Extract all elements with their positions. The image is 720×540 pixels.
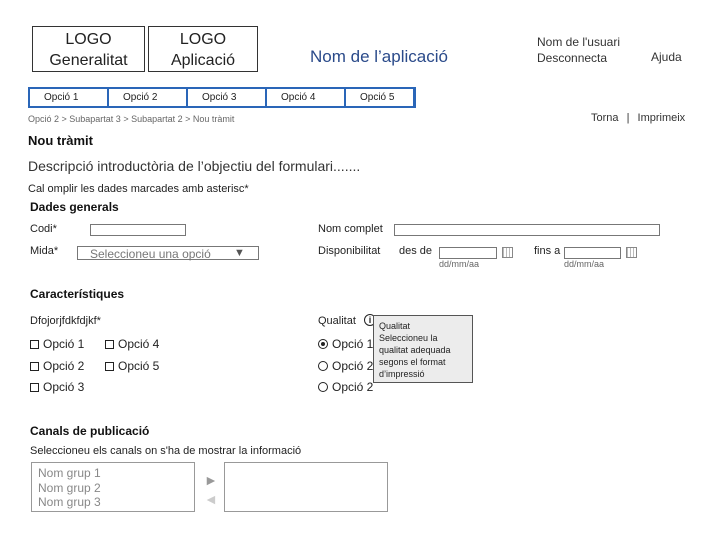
checkbox-option-2[interactable]: Opció 2 [30,359,84,373]
nom-complet-input[interactable] [394,224,660,236]
checkbox-option-1[interactable]: Opció 1 [30,337,84,351]
selected-groups-list[interactable] [224,462,388,512]
mida-select[interactable]: Seleccioneu una opció ▼ [77,246,259,261]
date-to-input[interactable] [564,247,621,259]
app-name: Nom de l’aplicació [310,47,448,66]
main-nav: Opció 1 Opció 2 Opció 3 Opció 4 Opció 5 [28,87,416,108]
move-left-button[interactable]: ◄ [204,491,218,507]
codi-input[interactable] [90,224,186,236]
date-to-hint: dd/mm/aa [564,259,605,269]
qualitat-label: Qualitat [318,315,356,327]
chevron-down-icon: ▼ [234,247,245,259]
logo-generalitat-line1: LOGO [65,31,112,48]
checkbox-label: Opció 4 [118,337,160,351]
nav-item-5[interactable]: Opció 5 [346,89,413,106]
radio-button[interactable] [318,382,328,392]
required-note: Cal omplir les dades marcades amb asteri… [28,183,249,195]
radio-label: Opció 1 [332,337,374,351]
radio-option-1[interactable]: Opció 1 [318,337,373,351]
nav-item-3[interactable]: Opció 3 [188,89,265,106]
mida-select-placeholder: Seleccioneu una opció [90,247,211,261]
available-groups-list[interactable]: Nom grup 1 Nom grup 2 Nom grup 3 [31,462,195,512]
logo-aplicacio-line1: LOGO [179,31,227,48]
back-link[interactable]: Torna [591,112,619,124]
disponibilitat-label: Disponibilitat [318,245,381,257]
des-de-label: des de [399,245,433,257]
checkbox-label: Opció 5 [118,359,160,373]
page-actions: Torna | Imprimeix [591,112,685,124]
calendar-icon-from[interactable] [502,247,513,258]
date-from-hint: dd/mm/aa [439,259,480,269]
checkbox-box[interactable] [30,340,39,349]
checkbox-option-4[interactable]: Opció 4 [105,337,159,351]
nav-item-2[interactable]: Opció 2 [109,89,186,106]
channels-instruction: Seleccioneu els canals on s'ha de mostra… [30,445,302,457]
list-item[interactable]: Nom grup 1 [38,466,188,481]
date-from-input[interactable] [439,247,497,259]
checkbox-option-3[interactable]: Opció 3 [30,380,84,394]
radio-label: Opció 2 [332,380,374,394]
help-link[interactable]: Ajuda [651,50,682,64]
fins-a-label: fins a [534,245,561,257]
mida-label: Mida* [30,245,59,257]
logo-generalitat: LOGO Generalitat [32,26,145,72]
section-heading-general: Dades generals [30,200,119,214]
page-intro: Descripció introductòria de l’objectiu d… [28,158,361,174]
radio-button[interactable] [318,339,328,349]
user-name: Nom de l'usuari [537,35,620,49]
checkbox-box[interactable] [30,362,39,371]
breadcrumb: Opció 2 > Subapartat 3 > Subapartat 2 > … [28,114,235,124]
move-right-button[interactable]: ► [204,472,218,488]
codi-label: Codi* [30,223,57,235]
radio-label: Opció 2 [332,359,374,373]
tooltip-text: Seleccioneu la qualitat adequada segons … [379,333,451,379]
print-link[interactable]: Imprimeix [638,112,686,124]
tooltip-title: Qualitat [379,321,411,331]
calendar-icon-to[interactable] [626,247,637,258]
checkbox-option-5[interactable]: Opció 5 [105,359,159,373]
logout-link[interactable]: Desconnecta [537,51,607,65]
section-heading-channels: Canals de publicació [30,424,150,438]
qualitat-tooltip: Qualitat Seleccioneu la qualitat adequad… [373,315,473,383]
checkbox-box[interactable] [30,383,39,392]
nom-complet-label: Nom complet [318,223,383,235]
info-icon-glyph: i [368,315,372,325]
radio-option-3[interactable]: Opció 2 [318,380,373,394]
logo-aplicacio: LOGO Aplicació [148,26,258,72]
checkbox-box[interactable] [105,340,114,349]
radio-button[interactable] [318,361,328,371]
checkbox-label: Opció 3 [43,380,85,394]
page-title: Nou tràmit [28,133,93,148]
checkbox-group-label: Dfojorjfdkfdjkf* [30,315,101,327]
nav-item-1[interactable]: Opció 1 [30,89,107,106]
section-heading-features: Característiques [30,287,125,301]
checkbox-box[interactable] [105,362,114,371]
logo-generalitat-line2: Generalitat [49,52,128,69]
logo-aplicacio-line2: Aplicació [170,52,236,69]
radio-option-2[interactable]: Opció 2 [318,359,373,373]
list-item[interactable]: Nom grup 2 [38,481,188,496]
nav-item-4[interactable]: Opció 4 [267,89,344,106]
checkbox-label: Opció 1 [43,337,85,351]
action-separator: | [626,112,630,124]
list-item[interactable]: Nom grup 3 [38,495,188,510]
checkbox-label: Opció 2 [43,359,85,373]
